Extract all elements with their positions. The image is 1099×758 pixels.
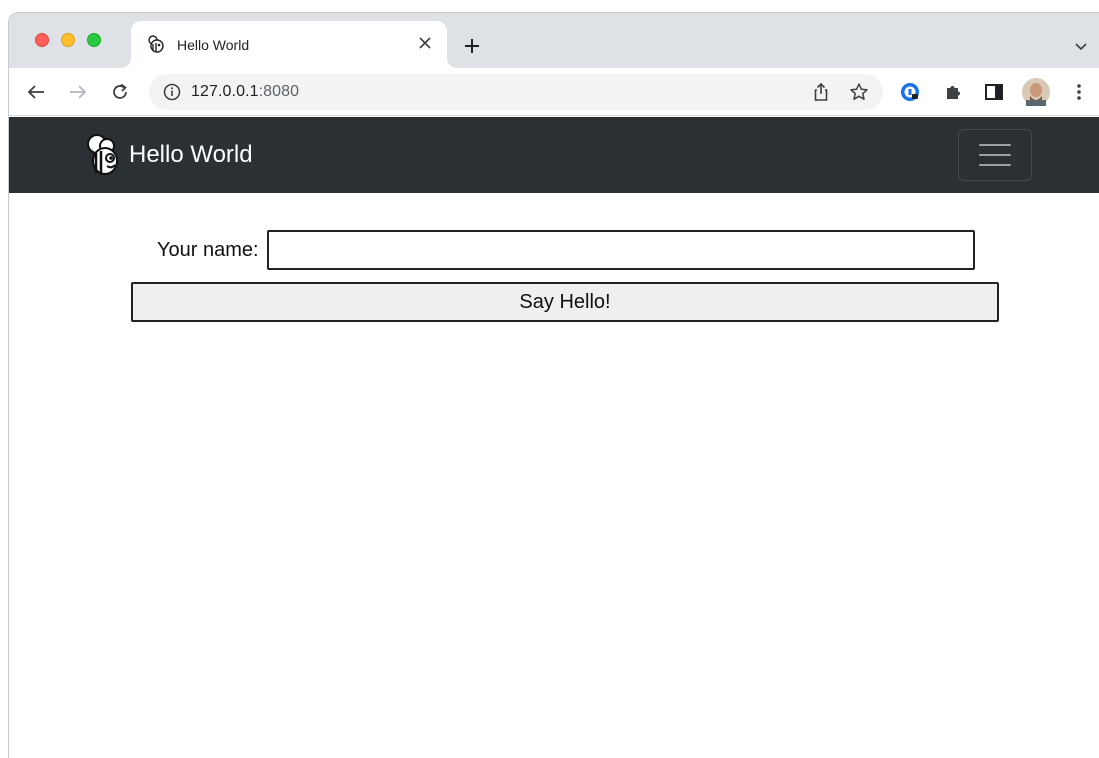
navbar-brand[interactable]: Hello World — [85, 131, 253, 179]
tab-title: Hello World — [177, 37, 250, 53]
chevron-down-icon[interactable] — [1073, 39, 1089, 55]
info-icon[interactable] — [163, 83, 181, 101]
side-panel-icon[interactable] — [982, 80, 1006, 104]
tab-strip: Hello World — [9, 13, 1099, 68]
kebab-menu-icon[interactable] — [1067, 80, 1091, 104]
profile-avatar[interactable] — [1022, 78, 1050, 106]
password-manager-icon[interactable] — [898, 80, 922, 104]
hamburger-line — [979, 164, 1011, 166]
new-tab-icon[interactable] — [461, 35, 483, 57]
url-port: :8080 — [258, 83, 300, 100]
browser-window: Hello World 127.0.0.1:8080 Hello World Y… — [8, 12, 1099, 758]
brand-title: Hello World — [129, 141, 253, 168]
name-label: Your name: — [157, 238, 259, 261]
hamburger-line — [979, 144, 1011, 146]
minimize-window-button[interactable] — [61, 33, 75, 47]
arrow-left-icon[interactable] — [24, 80, 48, 104]
browser-toolbar: 127.0.0.1:8080 — [9, 68, 1099, 116]
maximize-window-button[interactable] — [87, 33, 101, 47]
say-hello-button[interactable]: Say Hello! — [131, 282, 999, 322]
puzzle-icon[interactable] — [941, 80, 965, 104]
share-icon[interactable] — [811, 82, 831, 102]
url-text[interactable]: 127.0.0.1:8080 — [191, 83, 299, 101]
bee-logo-icon — [87, 134, 118, 175]
page-content: Hello World Your name: Say Hello! — [9, 117, 1099, 758]
close-window-button[interactable] — [35, 33, 49, 47]
name-input[interactable] — [266, 230, 975, 270]
url-host: 127.0.0.1 — [191, 83, 259, 100]
hamburger-line — [979, 154, 1011, 156]
navbar-toggler-button[interactable] — [958, 129, 1032, 181]
navbar: Hello World — [9, 117, 1099, 193]
name-form-row: Your name: — [157, 230, 975, 270]
star-icon[interactable] — [849, 82, 869, 102]
close-tab-icon[interactable] — [415, 33, 435, 53]
active-tab[interactable]: Hello World — [131, 21, 447, 68]
bee-logo-icon — [148, 35, 164, 53]
arrow-right-icon[interactable] — [66, 80, 90, 104]
address-bar[interactable]: 127.0.0.1:8080 — [149, 74, 883, 110]
reload-icon[interactable] — [108, 80, 132, 104]
